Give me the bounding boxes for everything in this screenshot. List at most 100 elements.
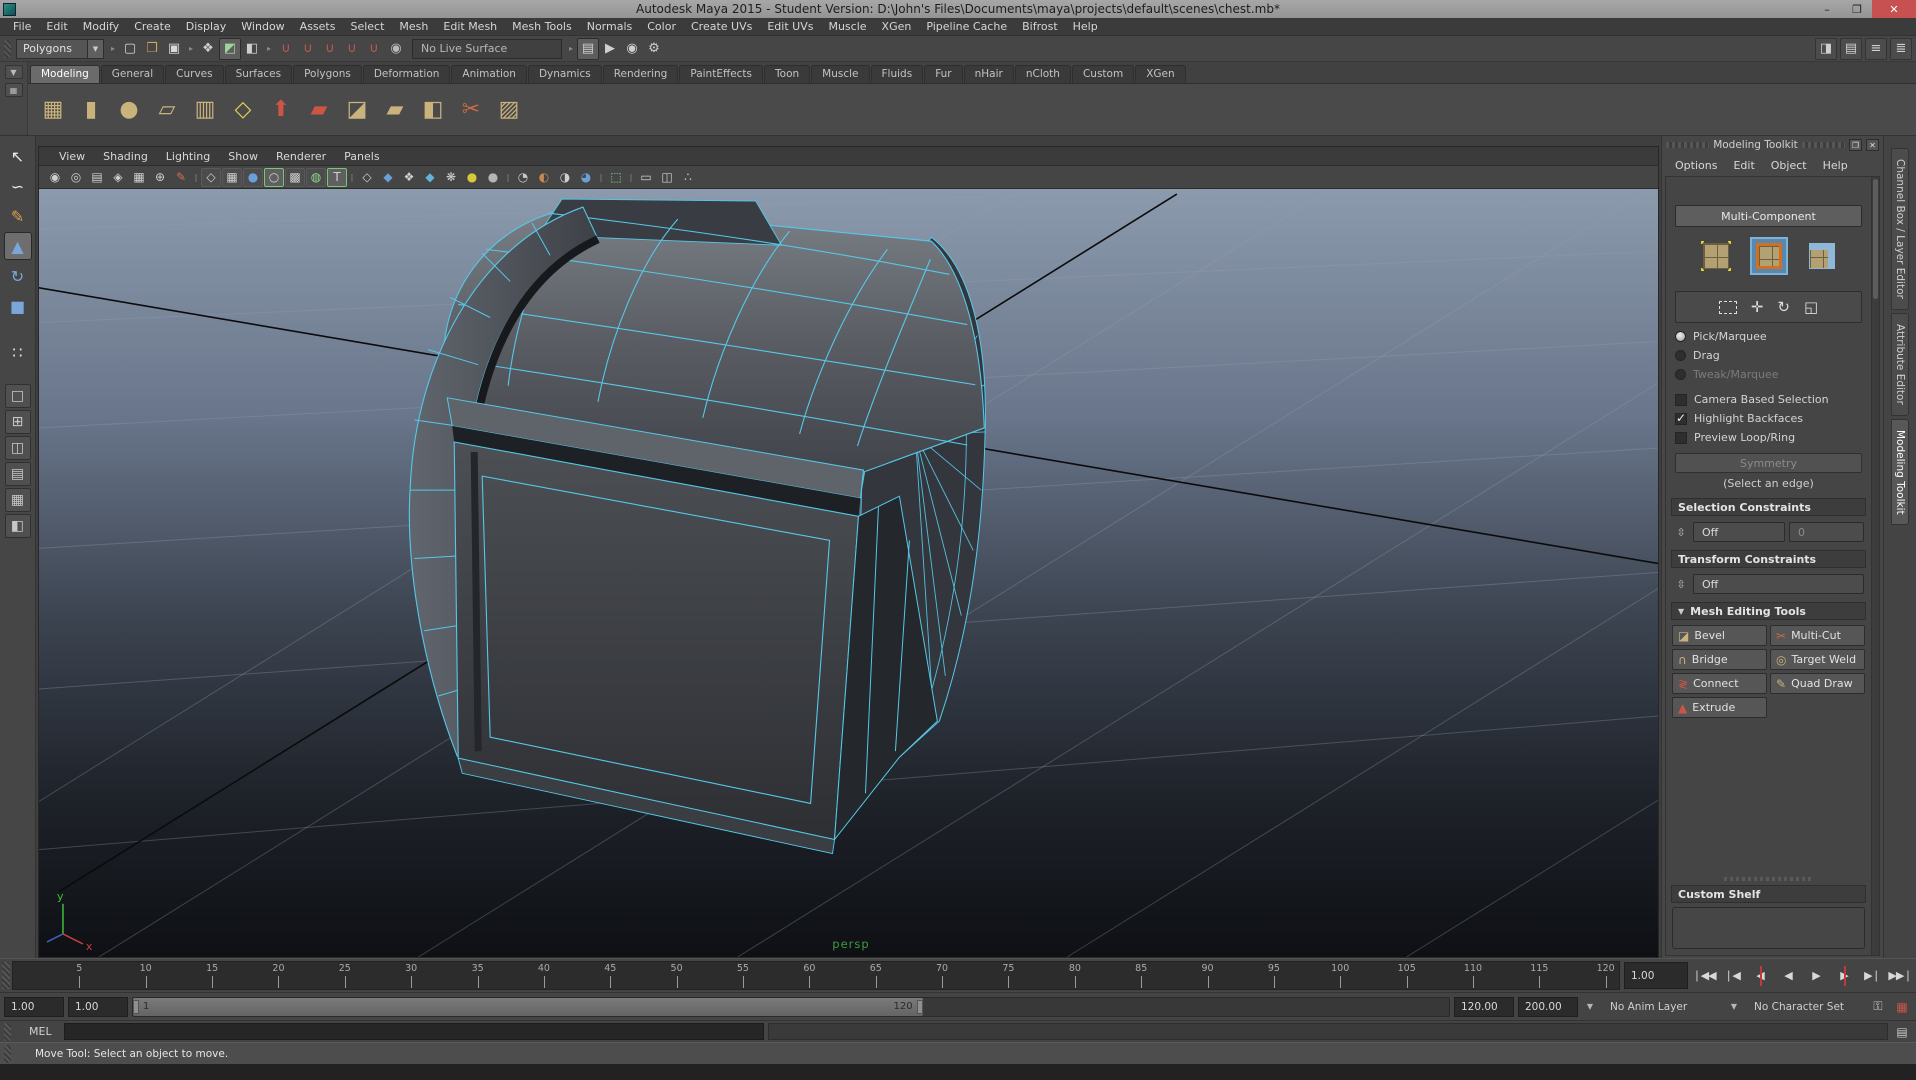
menu-item[interactable]: Pipeline Cache <box>919 19 1014 34</box>
range-slider-bar[interactable]: 1 120 <box>133 998 923 1016</box>
shelf-tab[interactable]: Curves <box>165 65 223 83</box>
chest-model[interactable] <box>409 199 985 854</box>
custom-shelf-header[interactable]: Custom Shelf <box>1671 885 1866 903</box>
float-panel-icon[interactable]: ❐ <box>1849 139 1862 151</box>
separator[interactable]: ❘ <box>627 168 635 187</box>
menu-item[interactable]: Mesh <box>392 19 435 34</box>
mesh-tool-button[interactable]: ◪ Bevel <box>1672 625 1767 646</box>
sidebar-vertical-tab[interactable]: Attribute Editor <box>1891 313 1909 416</box>
shade-wireframe-icon[interactable]: ● <box>243 168 263 187</box>
sidebar-vertical-tab[interactable]: Channel Box / Layer Editor <box>1891 148 1909 310</box>
menu-item[interactable]: Assets <box>293 19 343 34</box>
mesh-tool-button[interactable]: ∩ Bridge <box>1672 649 1767 670</box>
2d-pan-zoom-icon[interactable]: ⊕ <box>150 168 170 187</box>
rotate-tool-icon[interactable]: ↻ <box>4 262 32 290</box>
menu-item[interactable]: Window <box>234 19 291 34</box>
wireframe-icon[interactable]: ◇ <box>201 168 221 187</box>
statusline-collapser[interactable]: ▸ <box>187 39 195 59</box>
poly-pipe-icon[interactable]: ▥ <box>188 93 222 127</box>
shelf-tab[interactable]: Custom <box>1072 65 1134 83</box>
menu-item[interactable]: Display <box>179 19 234 34</box>
range-handle-left[interactable] <box>133 1000 139 1014</box>
resolution-gate-icon[interactable]: ◫ <box>657 168 677 187</box>
mel-toggle[interactable]: MEL <box>15 1025 60 1038</box>
image-plane-icon[interactable]: ▦ <box>129 168 149 187</box>
mesh-tool-button[interactable]: ✎ Quad Draw <box>1770 673 1865 694</box>
close-button[interactable]: ✕ <box>1872 0 1916 18</box>
bevel-icon[interactable]: ◪ <box>340 93 374 127</box>
panel-menu-item[interactable]: Lighting <box>158 149 218 164</box>
last-tool-icon[interactable]: ∷ <box>4 338 32 366</box>
menu-item[interactable]: Mesh Tools <box>505 19 579 34</box>
viewport-3d-canvas[interactable]: y x persp <box>39 189 1658 957</box>
all-lights-icon[interactable]: ◆ <box>378 168 398 187</box>
snap-view-plane-icon[interactable]: ∪ <box>363 38 385 60</box>
render-settings-icon[interactable]: ⚙ <box>643 38 665 60</box>
motion-blur-icon[interactable]: ❋ <box>441 168 461 187</box>
mesh-editing-tools-header[interactable]: ▼ Mesh Editing Tools <box>1671 602 1866 620</box>
camera-attributes-icon[interactable]: ▤ <box>87 168 107 187</box>
statusline-collapser[interactable]: ▸ <box>265 39 273 59</box>
poly-plane-icon[interactable]: ▱ <box>150 93 184 127</box>
panel-menu-item[interactable]: Renderer <box>268 149 334 164</box>
open-scene-icon[interactable]: ❒ <box>141 38 163 60</box>
mesh-tool-button[interactable]: ◎ Target Weld <box>1770 649 1865 670</box>
smooth-icon[interactable]: ▨ <box>492 93 526 127</box>
light-sphere-icon[interactable]: ● <box>462 168 482 187</box>
select-camera-icon[interactable]: ◉ <box>45 168 65 187</box>
shelf-tab[interactable]: Rendering <box>603 65 679 83</box>
step-forward-key-button[interactable]: ▶ <box>1832 965 1856 987</box>
toolkit-checkbox[interactable]: Highlight Backfaces <box>1671 409 1866 428</box>
snapshot-share-icon[interactable]: ∴ <box>678 168 698 187</box>
timeslider-grip[interactable] <box>2 962 10 989</box>
shelf-tab[interactable]: Dynamics <box>528 65 602 83</box>
isolate-select-icon[interactable]: ⬚ <box>606 168 626 187</box>
separator[interactable]: ❘ <box>597 168 605 187</box>
layout-hypershade-icon[interactable]: ◧ <box>5 514 31 538</box>
range-handle-right[interactable] <box>917 1000 923 1014</box>
shelf-tab[interactable]: nHair <box>964 65 1014 83</box>
toolkit-rotate-icon[interactable]: ↻ <box>1777 298 1790 316</box>
camera-name-label[interactable]: persp <box>832 937 869 951</box>
close-panel-icon[interactable]: ✕ <box>1866 139 1879 151</box>
smooth-shade-icon[interactable]: ▦ <box>222 168 242 187</box>
vertex-display-icon[interactable]: ◍ <box>306 168 326 187</box>
toggle-attribute-editor-icon[interactable]: ≣ <box>1890 38 1912 60</box>
menu-item[interactable]: Select <box>343 19 391 34</box>
transform-constraints-header[interactable]: Transform Constraints <box>1671 550 1866 568</box>
restore-button[interactable]: ❐ <box>1842 0 1872 18</box>
grease-pencil-icon[interactable]: ✎ <box>171 168 191 187</box>
menu-item[interactable]: Muscle <box>821 19 873 34</box>
mesh-tool-button[interactable]: ▲ Extrude <box>1672 697 1767 718</box>
shelf-menu-icon[interactable]: ▦ <box>5 83 23 97</box>
current-time-field[interactable]: 1.00 <box>1624 962 1688 989</box>
toggle-channel-box-icon[interactable]: ▤ <box>1840 38 1862 60</box>
save-scene-icon[interactable]: ▣ <box>163 38 185 60</box>
step-back-frame-button[interactable]: ❘◀ <box>1720 965 1744 987</box>
lock-camera-icon[interactable]: ◎ <box>66 168 86 187</box>
mesh-tool-button[interactable]: ✂ Multi-Cut <box>1770 625 1865 646</box>
go-to-start-button[interactable]: ❘◀◀ <box>1692 965 1716 987</box>
select-component-icon[interactable]: ◧ <box>241 38 263 60</box>
checker-icon[interactable]: ▩ <box>285 168 305 187</box>
range-slider-track[interactable]: 1 120 <box>132 997 1450 1017</box>
separator[interactable]: ❘ <box>192 168 200 187</box>
shelf-tab[interactable]: Polygons <box>293 65 362 83</box>
film-gate-icon[interactable]: ▭ <box>636 168 656 187</box>
animation-preferences-icon[interactable]: ▦ <box>1892 998 1912 1016</box>
menu-item[interactable]: Create <box>127 19 178 34</box>
face-mode-icon[interactable] <box>1805 239 1839 273</box>
grey-sphere-icon[interactable]: ● <box>483 168 503 187</box>
menu-item[interactable]: Modify <box>76 19 126 34</box>
minimize-button[interactable]: – <box>1812 0 1842 18</box>
transform-constraint-dropdown[interactable]: Off <box>1693 574 1864 594</box>
layout-four-pane-icon[interactable]: ⊞ <box>5 410 31 434</box>
move-tool-icon[interactable]: ▲ <box>4 232 32 260</box>
select-hierarchy-icon[interactable]: ❖ <box>197 38 219 60</box>
separate-icon[interactable]: ◧ <box>416 93 450 127</box>
animation-start-field[interactable]: 1.00 <box>4 997 64 1017</box>
combine-icon[interactable]: ▰ <box>378 93 412 127</box>
xray-joints-icon[interactable]: ◐ <box>534 168 554 187</box>
shelf-tab[interactable]: Muscle <box>811 65 869 83</box>
bookmark-icon[interactable]: ◈ <box>108 168 128 187</box>
